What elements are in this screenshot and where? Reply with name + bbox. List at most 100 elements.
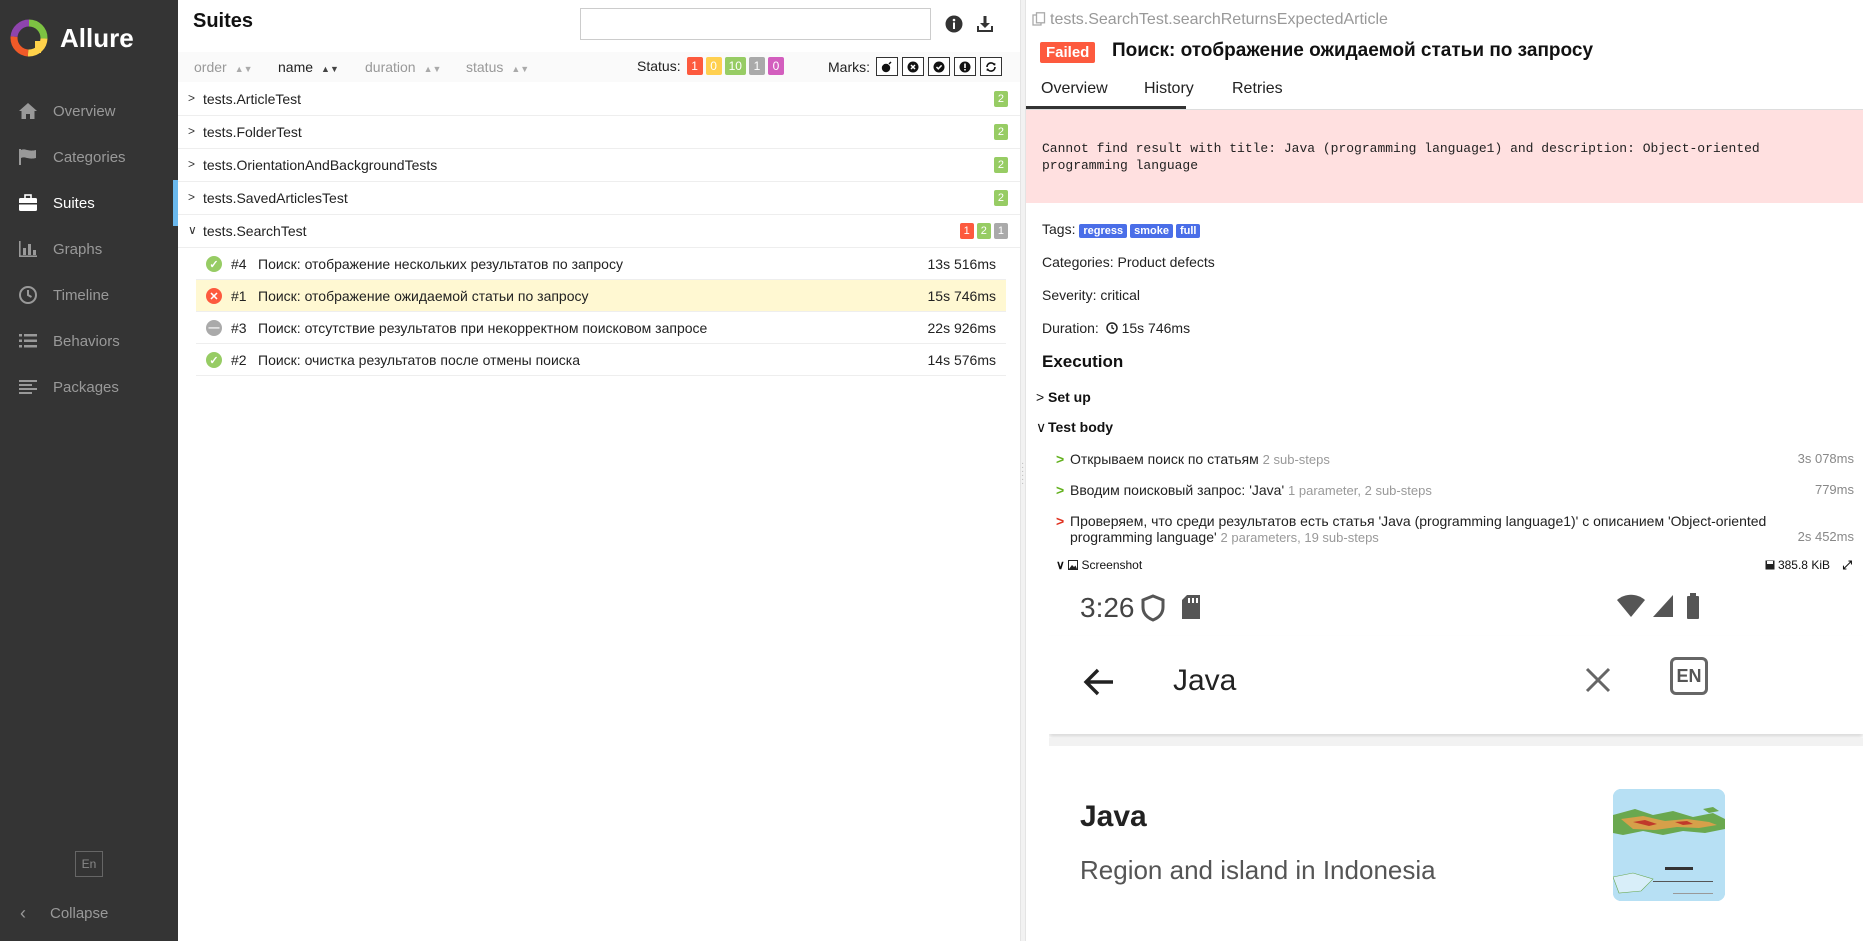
status-skipped-toggle[interactable]: 1 (748, 57, 765, 75)
duration-row: Duration: 15s 746ms (1042, 320, 1190, 336)
skipped-count-badge: 1 (993, 223, 1008, 239)
phone-result-title: Java (1080, 800, 1147, 833)
active-tab-indicator (1026, 106, 1186, 109)
status-broken-toggle[interactable]: 0 (705, 57, 722, 75)
allure-report: Allure Overview Categories Suites Graphs (0, 0, 1863, 941)
tags-label: Tags: (1042, 221, 1076, 237)
sidebar-item-graphs[interactable]: Graphs (0, 226, 178, 272)
sidebar-item-label: Suites (53, 194, 95, 212)
setup-section[interactable]: > Set up (1036, 389, 1091, 405)
chevron-right-icon: > (1056, 482, 1065, 498)
sidebar-item-timeline[interactable]: Timeline (0, 272, 178, 318)
step-title: Вводим поисковый запрос: 'Java' (1070, 482, 1285, 498)
test-number: #4 (231, 256, 247, 272)
chevron-right-icon: > (188, 157, 196, 171)
step-text: Открываем поиск по статьям 2 sub-steps (1070, 451, 1770, 468)
phone-search-bar: Java EN (1049, 636, 1863, 734)
sidebar-item-label: Graphs (53, 240, 103, 258)
test-title: Поиск: отображение ожидаемой статьи по з… (1112, 40, 1594, 61)
sidebar-item-behaviors[interactable]: Behaviors (0, 318, 178, 364)
collapse-button[interactable]: ‹ Collapse (0, 891, 178, 935)
suite-group-row-open[interactable]: ∨ tests.SearchTest 1 2 1 (178, 215, 1020, 248)
new-broken-icon[interactable] (954, 57, 976, 76)
list-icon (16, 329, 40, 353)
phone-status-bar: 3:26 (1049, 580, 1863, 636)
sidebar: Allure Overview Categories Suites Graphs (0, 0, 178, 941)
suite-group-name: tests.ArticleTest (203, 91, 302, 107)
search-input[interactable] (580, 8, 931, 40)
shield-icon (1141, 594, 1165, 622)
download-icon[interactable] (975, 14, 997, 36)
attachment-row[interactable]: ∨ Screenshot 385.8 KiB ⤢ (1056, 558, 1856, 574)
suite-group-row[interactable]: > tests.ArticleTest 2 (178, 83, 1020, 116)
tag-badge: regress (1079, 224, 1128, 238)
test-row-selected[interactable]: ✕ #1 Поиск: отображение ожидаемой статьи… (196, 280, 1006, 312)
save-icon (1765, 560, 1775, 570)
tab-retries[interactable]: Retries (1232, 80, 1283, 104)
chevron-down-icon: ∨ (1036, 419, 1047, 435)
sort-order[interactable]: order ▲▼ (194, 59, 253, 75)
new-passed-icon[interactable] (928, 57, 950, 76)
suite-group-counts: 1 2 1 (957, 223, 1008, 239)
bar-chart-icon (16, 237, 40, 261)
tab-overview[interactable]: Overview (1041, 80, 1108, 104)
suite-group-row[interactable]: > tests.OrientationAndBackgroundTests 2 (178, 149, 1020, 182)
suite-group-counts: 2 (991, 157, 1008, 173)
chevron-right-icon: > (188, 190, 196, 204)
expand-icon[interactable]: ⤢ (1842, 558, 1852, 573)
phone-time: 3:26 (1080, 592, 1135, 623)
test-name: Поиск: отсутствие результатов при некорр… (258, 320, 708, 336)
sort-status-label: status (466, 59, 504, 75)
sort-arrows-icon: ▲▼ (423, 64, 442, 74)
test-name: Поиск: очистка результатов после отмены … (258, 352, 580, 368)
suites-tree: > tests.ArticleTest 2 > tests.FolderTest… (178, 83, 1020, 378)
sort-order-label: order (194, 59, 227, 75)
brand[interactable]: Allure (0, 0, 178, 76)
sort-duration[interactable]: duration ▲▼ (365, 59, 441, 75)
test-body-section[interactable]: ∨ Test body (1036, 419, 1113, 436)
language-button[interactable]: En (75, 851, 103, 877)
phone-divider (1049, 738, 1863, 746)
failed-count-badge: 1 (959, 223, 974, 239)
test-row[interactable]: ✓ #2 Поиск: очистка результатов после от… (196, 344, 1006, 376)
sidebar-item-categories[interactable]: Categories (0, 134, 178, 180)
sidebar-item-label: Behaviors (53, 332, 120, 350)
suite-group-row[interactable]: > tests.FolderTest 2 (178, 116, 1020, 149)
sidebar-item-label: Packages (53, 378, 119, 396)
info-icon[interactable] (944, 14, 966, 36)
passed-count-badge: 2 (993, 157, 1008, 173)
sidebar-item-overview[interactable]: Overview (0, 88, 178, 134)
sidebar-item-label: Categories (53, 148, 126, 166)
status-unknown-toggle[interactable]: 0 (767, 57, 784, 75)
passed-count-badge: 2 (993, 124, 1008, 140)
step-text: Проверяем, что среди результатов есть ст… (1070, 513, 1770, 546)
sort-arrows-icon: ▲▼ (234, 64, 253, 74)
allure-logo-icon (10, 19, 48, 57)
status-failed-toggle[interactable]: 1 (686, 57, 703, 75)
sort-name[interactable]: name ▲▼ (278, 59, 339, 75)
sidebar-item-packages[interactable]: Packages (0, 364, 178, 410)
suite-group-counts: 2 (991, 124, 1008, 140)
test-row[interactable]: ✓ #4 Поиск: отображение нескольких резул… (196, 248, 1006, 280)
sidebar-item-label: Timeline (53, 286, 110, 304)
retries-icon[interactable] (980, 57, 1002, 76)
sort-name-label: name (278, 59, 314, 75)
suites-header: Suites (178, 0, 1020, 50)
sort-status[interactable]: status ▲▼ (466, 59, 529, 75)
step-title: Открываем поиск по статьям (1070, 451, 1259, 467)
home-icon (16, 99, 40, 123)
clock-icon (16, 283, 40, 307)
flaky-bomb-icon[interactable] (876, 57, 898, 76)
step-sub: 2 sub-steps (1262, 452, 1330, 467)
test-row[interactable]: — #3 Поиск: отсутствие результатов при н… (196, 312, 1006, 344)
close-icon (1585, 667, 1611, 693)
suite-group-row[interactable]: > tests.SavedArticlesTest 2 (178, 182, 1020, 215)
new-failed-icon[interactable] (902, 57, 924, 76)
tab-history[interactable]: History (1144, 80, 1194, 104)
duration-label: Duration: (1042, 320, 1099, 336)
sidebar-item-suites[interactable]: Suites (0, 180, 178, 226)
chevron-right-icon: > (1036, 389, 1045, 405)
status-passed-toggle[interactable]: 10 (724, 57, 746, 75)
copy-icon[interactable] (1032, 12, 1046, 26)
severity-row: Severity: critical (1042, 287, 1141, 303)
